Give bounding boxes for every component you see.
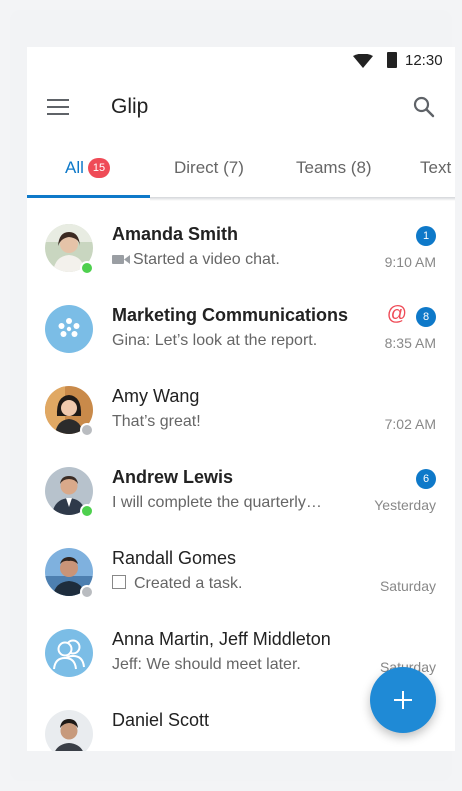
presence-offline-dot	[80, 585, 94, 599]
conversation-time: 7:02 AM	[384, 416, 436, 432]
presence-offline-dot	[80, 423, 94, 437]
tab-teams[interactable]: Teams (8)	[296, 158, 372, 178]
unread-count-badge: 6	[416, 469, 436, 489]
conversation-name: Amy Wang	[112, 386, 200, 406]
conversation-row-amy-wang[interactable]: Amy Wang That’s great! 7:02 AM	[27, 363, 455, 444]
group-avatar	[45, 629, 93, 677]
battery-icon	[387, 52, 397, 68]
preview-text: Created a task.	[134, 575, 243, 592]
tab-bar: All 15 Direct (7) Teams (8) Text	[27, 143, 455, 198]
presence-online-dot	[80, 261, 94, 275]
status-bar: 12:30	[27, 47, 455, 73]
conversation-time: Saturday	[379, 578, 436, 594]
group-icon	[45, 629, 93, 677]
conversation-name: Marketing Communications	[112, 305, 349, 325]
tab-all[interactable]: All 15	[65, 158, 111, 178]
tab-label: All	[65, 158, 84, 177]
video-icon	[112, 255, 130, 265]
presence-online-dot	[80, 504, 94, 518]
conversation-name: Randall Gomes	[112, 548, 237, 568]
conversation-row-amanda-smith[interactable]: Amanda Smith Started a video chat. 1 9:1…	[27, 201, 455, 282]
conversation-row-marketing-communications[interactable]: Marketing Communications Gina: Let’s loo…	[27, 282, 455, 363]
team-avatar	[45, 305, 93, 353]
unread-count-badge: 1	[416, 226, 436, 246]
mention-icon: @	[386, 303, 407, 325]
unread-count-badge: 8	[416, 307, 436, 327]
conversation-row-andrew-lewis[interactable]: Andrew Lewis I will complete the quarter…	[27, 444, 455, 525]
wifi-icon	[353, 54, 373, 68]
tab-indicator	[27, 195, 150, 198]
tab-text[interactable]: Text	[420, 158, 451, 178]
app-title: Glip	[111, 95, 149, 118]
conversation-time: 8:35 AM	[384, 335, 436, 351]
avatar	[45, 710, 93, 751]
conversation-preview: Jeff: We should meet later.	[112, 656, 301, 673]
search-icon[interactable]	[413, 96, 435, 118]
conversation-row-randall-gomes[interactable]: Randall Gomes Created a task. Saturday	[27, 525, 455, 606]
app-screen: 12:30 Glip All 15 Direct (7) Teams (8) Te…	[27, 47, 455, 751]
new-conversation-button[interactable]	[370, 667, 436, 733]
preview-text: Started a video chat.	[133, 251, 280, 268]
tab-label: Direct (7)	[174, 158, 244, 177]
conversation-preview: Gina: Let’s look at the report.	[112, 332, 318, 349]
tab-label: Text	[420, 158, 452, 177]
conversation-name: Amanda Smith	[112, 224, 239, 244]
unread-badge: 15	[87, 158, 111, 178]
menu-icon[interactable]	[47, 99, 69, 115]
conversation-name: Anna Martin, Jeff Middleton	[112, 629, 331, 649]
conversation-preview: I will complete the quarterly…	[112, 494, 322, 511]
conversation-time: Yesterday	[374, 497, 436, 513]
app-bar: Glip	[27, 73, 455, 143]
conversation-name: Daniel Scott	[112, 710, 210, 730]
conversation-time: 9:10 AM	[384, 254, 436, 270]
conversation-preview: That’s great!	[112, 413, 201, 430]
team-icon	[45, 305, 93, 353]
conversation-name: Andrew Lewis	[112, 467, 234, 487]
tab-direct[interactable]: Direct (7)	[174, 158, 244, 178]
tab-label: Teams (8)	[296, 158, 372, 177]
conversation-preview: Created a task.	[112, 575, 243, 593]
status-time: 12:30	[405, 52, 443, 69]
task-icon	[112, 575, 126, 589]
conversation-preview: Started a video chat.	[112, 251, 280, 269]
